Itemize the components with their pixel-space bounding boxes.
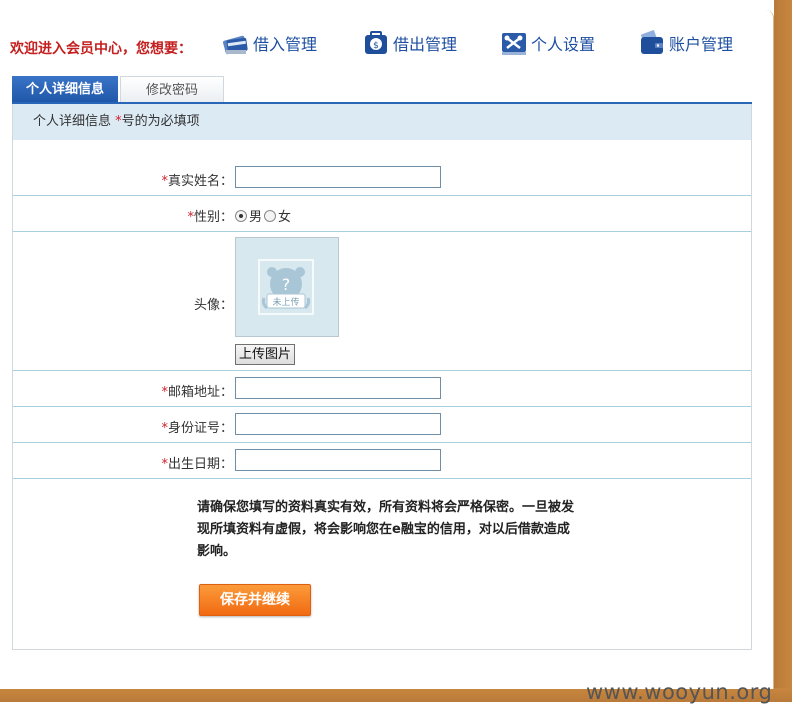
gender-options: 男 女 bbox=[235, 206, 291, 225]
privacy-notice: 请确保您填写的资料真实有效，所有资料将会严格保密。一旦被发现所填资料有虚假，将会… bbox=[197, 500, 575, 559]
nav-borrow-in-label: 借入管理 bbox=[253, 35, 318, 54]
tools-icon bbox=[500, 30, 528, 56]
gender-label-text: 性别： bbox=[193, 210, 233, 225]
nav-account-management-label: 账户管理 bbox=[669, 35, 734, 54]
email-label: *邮箱地址： bbox=[161, 381, 233, 400]
save-and-continue-button[interactable]: 保存并继续 bbox=[199, 584, 311, 616]
money-bag-icon: $ bbox=[362, 30, 390, 56]
id-number-input[interactable] bbox=[235, 413, 441, 435]
birth-date-label: *出生日期： bbox=[161, 453, 233, 472]
row-real-name: *真实姓名： bbox=[13, 160, 751, 196]
nav-borrow-out-label: 借出管理 bbox=[393, 35, 458, 54]
gender-male-radio[interactable] bbox=[235, 209, 247, 222]
avatar-placeholder-text: 未上传 bbox=[272, 296, 299, 308]
window-frame-right bbox=[774, 0, 792, 700]
form-header-title: 个人详细信息 bbox=[33, 114, 112, 129]
nav-personal-settings[interactable]: 个人设置 bbox=[500, 28, 595, 58]
birth-date-label-text: 出生日期： bbox=[167, 457, 233, 472]
tab-personal-details[interactable]: 个人详细信息 bbox=[12, 76, 118, 103]
real-name-label-text: 真实姓名： bbox=[167, 174, 233, 189]
form-tabs: 个人详细信息 修改密码 bbox=[12, 76, 224, 103]
real-name-input[interactable] bbox=[235, 166, 441, 188]
credit-card-icon bbox=[222, 30, 250, 56]
wallet-icon bbox=[638, 30, 666, 56]
required-note: 号的为必填项 bbox=[121, 114, 200, 129]
avatar-preview: ? 未上传 bbox=[235, 237, 339, 337]
id-number-label-text: 身份证号： bbox=[167, 421, 233, 436]
tab-change-password[interactable]: 修改密码 bbox=[120, 76, 224, 103]
form-header: 个人详细信息 *号的为必填项 bbox=[13, 104, 751, 140]
row-id-number: *身份证号： bbox=[13, 407, 751, 443]
nav-borrow-out[interactable]: $ 借出管理 bbox=[362, 28, 457, 58]
email-label-text: 邮箱地址： bbox=[167, 385, 233, 400]
avatar-placeholder-icon: ? 未上传 bbox=[258, 259, 314, 315]
row-email: *邮箱地址： bbox=[13, 371, 751, 407]
svg-text:$: $ bbox=[373, 41, 379, 51]
nav-account-management[interactable]: 账户管理 bbox=[638, 28, 733, 58]
personal-details-form: 个人详细信息 *号的为必填项 *真实姓名： *性别： 男 女 头像： ? 未上传 bbox=[12, 104, 752, 650]
nav-borrow-in[interactable]: 借入管理 bbox=[222, 28, 317, 58]
watermark: www.wooyun.org bbox=[586, 680, 773, 704]
avatar-label: 头像： bbox=[193, 298, 233, 313]
gender-male-label[interactable]: 男 bbox=[249, 206, 262, 225]
top-navigation: 欢迎进入会员中心，您想要： 借入管理 $ 借出管理 个人设置 账户管理 bbox=[0, 22, 774, 72]
id-number-label: *身份证号： bbox=[161, 417, 233, 436]
welcome-text: 欢迎进入会员中心，您想要： bbox=[10, 41, 192, 57]
nav-personal-settings-label: 个人设置 bbox=[531, 35, 596, 54]
gender-female-label[interactable]: 女 bbox=[278, 206, 291, 225]
row-birth-date: *出生日期： bbox=[13, 443, 751, 479]
gender-label: *性别： bbox=[187, 206, 233, 225]
email-input[interactable] bbox=[235, 377, 441, 399]
real-name-label: *真实姓名： bbox=[161, 170, 233, 189]
gender-female-radio[interactable] bbox=[264, 209, 277, 222]
row-gender: *性别： 男 女 bbox=[13, 196, 751, 232]
svg-text:?: ? bbox=[282, 275, 291, 294]
birth-date-input[interactable] bbox=[235, 449, 441, 471]
upload-image-button[interactable]: 上传图片 bbox=[235, 344, 296, 365]
row-avatar: 头像： ? 未上传 上传图片 bbox=[13, 232, 751, 371]
